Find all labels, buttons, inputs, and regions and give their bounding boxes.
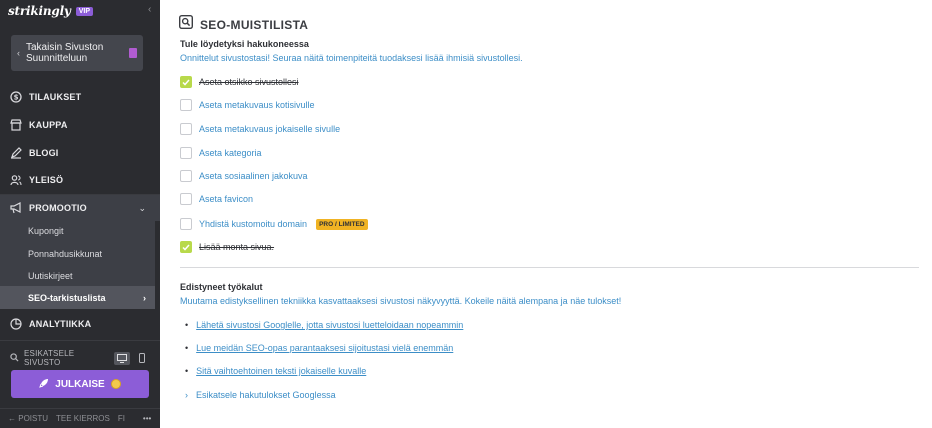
checkbox[interactable] — [180, 99, 192, 111]
checklist-item[interactable]: Aseta metakuvaus jokaiselle sivulle — [180, 122, 340, 136]
chevron-right-icon: › — [143, 292, 146, 303]
seo-search-icon — [178, 14, 194, 34]
checklist-item[interactable]: Aseta metakuvaus kotisivulle — [180, 98, 315, 112]
sidebar-item-store[interactable]: KAUPPA — [0, 112, 160, 138]
google-preview-label: Esikatsele hakutulokset Googlessa — [196, 390, 336, 400]
bullet-icon: • — [185, 366, 189, 376]
section-divider — [180, 267, 919, 268]
google-preview-toggle[interactable]: › Esikatsele hakutulokset Googlessa — [185, 390, 336, 400]
search-section-heading: Tule löydetyksi hakukoneessa — [180, 39, 309, 49]
more-menu-icon[interactable]: ••• — [143, 414, 151, 423]
sidebar-item-promotion[interactable]: PROMOOTIO ⌄ — [0, 195, 160, 221]
rocket-icon — [39, 378, 49, 391]
checklist-item[interactable]: Aseta favicon — [180, 192, 253, 206]
chevron-left-icon: ‹ — [17, 48, 20, 58]
search-icon — [10, 349, 19, 367]
advanced-section-heading: Edistyneet työkalut — [180, 282, 263, 292]
checklist-item[interactable]: Yhdistä kustomoitu domain PRO / LIMITED — [180, 217, 368, 231]
sidebar-item-label: ANALYTIIKKA — [29, 319, 92, 329]
megaphone-icon — [10, 202, 22, 214]
chevron-down-icon: ⌄ — [138, 202, 146, 213]
dollar-icon: $ — [10, 91, 22, 103]
checklist-item-label: Aseta otsikko sivustollesi — [199, 77, 299, 87]
logo[interactable]: strikingly — [8, 4, 71, 18]
sidebar-item-label: TILAUKSET — [29, 92, 82, 102]
search-section-description: Onnittelut sivustostasi! Seuraa näitä to… — [180, 53, 523, 63]
sidebar-item-analytics[interactable]: ANALYTIIKKA — [0, 311, 160, 337]
sidebar-item-label: PROMOOTIO — [29, 203, 87, 213]
back-to-editor-label: Takaisin Sivuston Suunnitteluun — [26, 42, 104, 64]
main-content: SEO-MUISTILISTA Tule löydetyksi hakukone… — [160, 0, 932, 428]
collapse-sidebar-icon[interactable]: ‹ — [148, 4, 151, 15]
language-selector[interactable]: FI — [118, 414, 125, 423]
sidebar-subitem-label: SEO-tarkistuslista — [28, 292, 106, 303]
store-icon — [10, 119, 22, 131]
sidebar-subitem-newsletters[interactable]: Uutiskirjeet — [0, 264, 155, 287]
sidebar-item-audience[interactable]: YLEISÖ — [0, 167, 160, 193]
alt-text-link[interactable]: Sitä vaihtoehtoinen teksti jokaiselle ku… — [196, 366, 366, 376]
checklist-item[interactable]: Aseta sosiaalinen jakokuva — [180, 169, 308, 183]
checklist-item-label[interactable]: Aseta metakuvaus kotisivulle — [199, 100, 315, 110]
checklist-item-label[interactable]: Aseta favicon — [199, 194, 253, 204]
logo-row: strikingly VIP — [8, 4, 93, 18]
preview-site-label[interactable]: ESIKATSELE SIVUSTO — [24, 349, 105, 367]
chevron-right-icon: › — [185, 390, 188, 400]
sidebar-subitem-popups[interactable]: Ponnahdusikkunat — [0, 242, 155, 265]
checklist-item[interactable]: Aseta otsikko sivustollesi — [180, 75, 299, 89]
coin-icon — [110, 379, 121, 389]
advanced-section-description: Muutama edistyksellinen tekniikka kasvat… — [180, 296, 622, 306]
sidebar-footer: ← POISTU TEE KIERROS FI ••• — [0, 408, 160, 428]
take-tour-link[interactable]: TEE KIERROS — [56, 414, 110, 423]
app-root: strikingly VIP ‹ ‹ Takaisin Sivuston Suu… — [0, 0, 932, 428]
sidebar-subitem-coupons[interactable]: Kupongit — [0, 219, 155, 242]
checklist-item-label[interactable]: Aseta metakuvaus jokaiselle sivulle — [199, 124, 340, 134]
checklist-item-label[interactable]: Aseta kategoria — [199, 148, 262, 158]
publish-button[interactable]: JULKAISE — [11, 370, 149, 398]
checklist-item-label[interactable]: Aseta sosiaalinen jakokuva — [199, 171, 308, 181]
page-title: SEO-MUISTILISTA — [200, 17, 309, 32]
sidebar-divider — [0, 340, 160, 341]
advanced-link-item: • Lähetä sivustosi Googlelle, jotta sivu… — [185, 320, 463, 330]
checkbox[interactable] — [180, 218, 192, 230]
sidebar-item-label: KAUPPA — [29, 120, 68, 130]
advanced-link-item: • Sitä vaihtoehtoinen teksti jokaiselle … — [185, 366, 366, 376]
sidebar: strikingly VIP ‹ ‹ Takaisin Sivuston Suu… — [0, 0, 160, 428]
bullet-icon: • — [185, 320, 189, 330]
checklist-item-label[interactable]: Yhdistä kustomoitu domain — [199, 219, 307, 229]
sidebar-subitem-seo-checklist[interactable]: SEO-tarkistuslista › — [0, 286, 155, 309]
sidebar-item-blog[interactable]: BLOGI — [0, 140, 160, 166]
pro-limited-badge: PRO / LIMITED — [316, 218, 368, 230]
desktop-preview-icon[interactable] — [114, 351, 130, 365]
sidebar-item-orders[interactable]: $ TILAUKSET — [0, 84, 160, 110]
checkbox-checked[interactable] — [180, 76, 192, 88]
mobile-preview-icon[interactable] — [135, 352, 150, 365]
checklist-item[interactable]: Aseta kategoria — [180, 146, 262, 160]
logout-label: POISTU — [18, 414, 49, 423]
back-to-editor-button[interactable]: ‹ Takaisin Sivuston Suunnitteluun — [11, 35, 143, 71]
pie-chart-icon — [10, 318, 22, 330]
seo-guide-link[interactable]: Lue meidän SEO-opas parantaaksesi sijoit… — [196, 343, 453, 353]
checklist-item[interactable]: Lisää monta sivua. — [180, 240, 274, 254]
checkbox-checked[interactable] — [180, 241, 192, 253]
page-header: SEO-MUISTILISTA — [178, 14, 309, 34]
bullet-icon: • — [185, 343, 189, 353]
sidebar-item-label: BLOGI — [29, 148, 59, 158]
page-icon — [129, 48, 137, 58]
checkbox[interactable] — [180, 147, 192, 159]
audience-icon — [10, 174, 22, 186]
svg-text:$: $ — [14, 94, 19, 102]
preview-site-row: ESIKATSELE SIVUSTO — [10, 349, 150, 367]
publish-label: JULKAISE — [55, 378, 105, 390]
checkbox[interactable] — [180, 170, 192, 182]
advanced-link-item: • Lue meidän SEO-opas parantaaksesi sijo… — [185, 343, 453, 353]
checklist-item-label: Lisää monta sivua. — [199, 242, 275, 252]
vip-badge: VIP — [75, 6, 93, 16]
submit-to-google-link[interactable]: Lähetä sivustosi Googlelle, jotta sivust… — [196, 320, 463, 330]
checkbox[interactable] — [180, 193, 192, 205]
sidebar-item-label: YLEISÖ — [29, 175, 64, 185]
pen-icon — [10, 147, 22, 159]
checkbox[interactable] — [180, 123, 192, 135]
logout-link[interactable]: ← POISTU — [8, 414, 48, 423]
